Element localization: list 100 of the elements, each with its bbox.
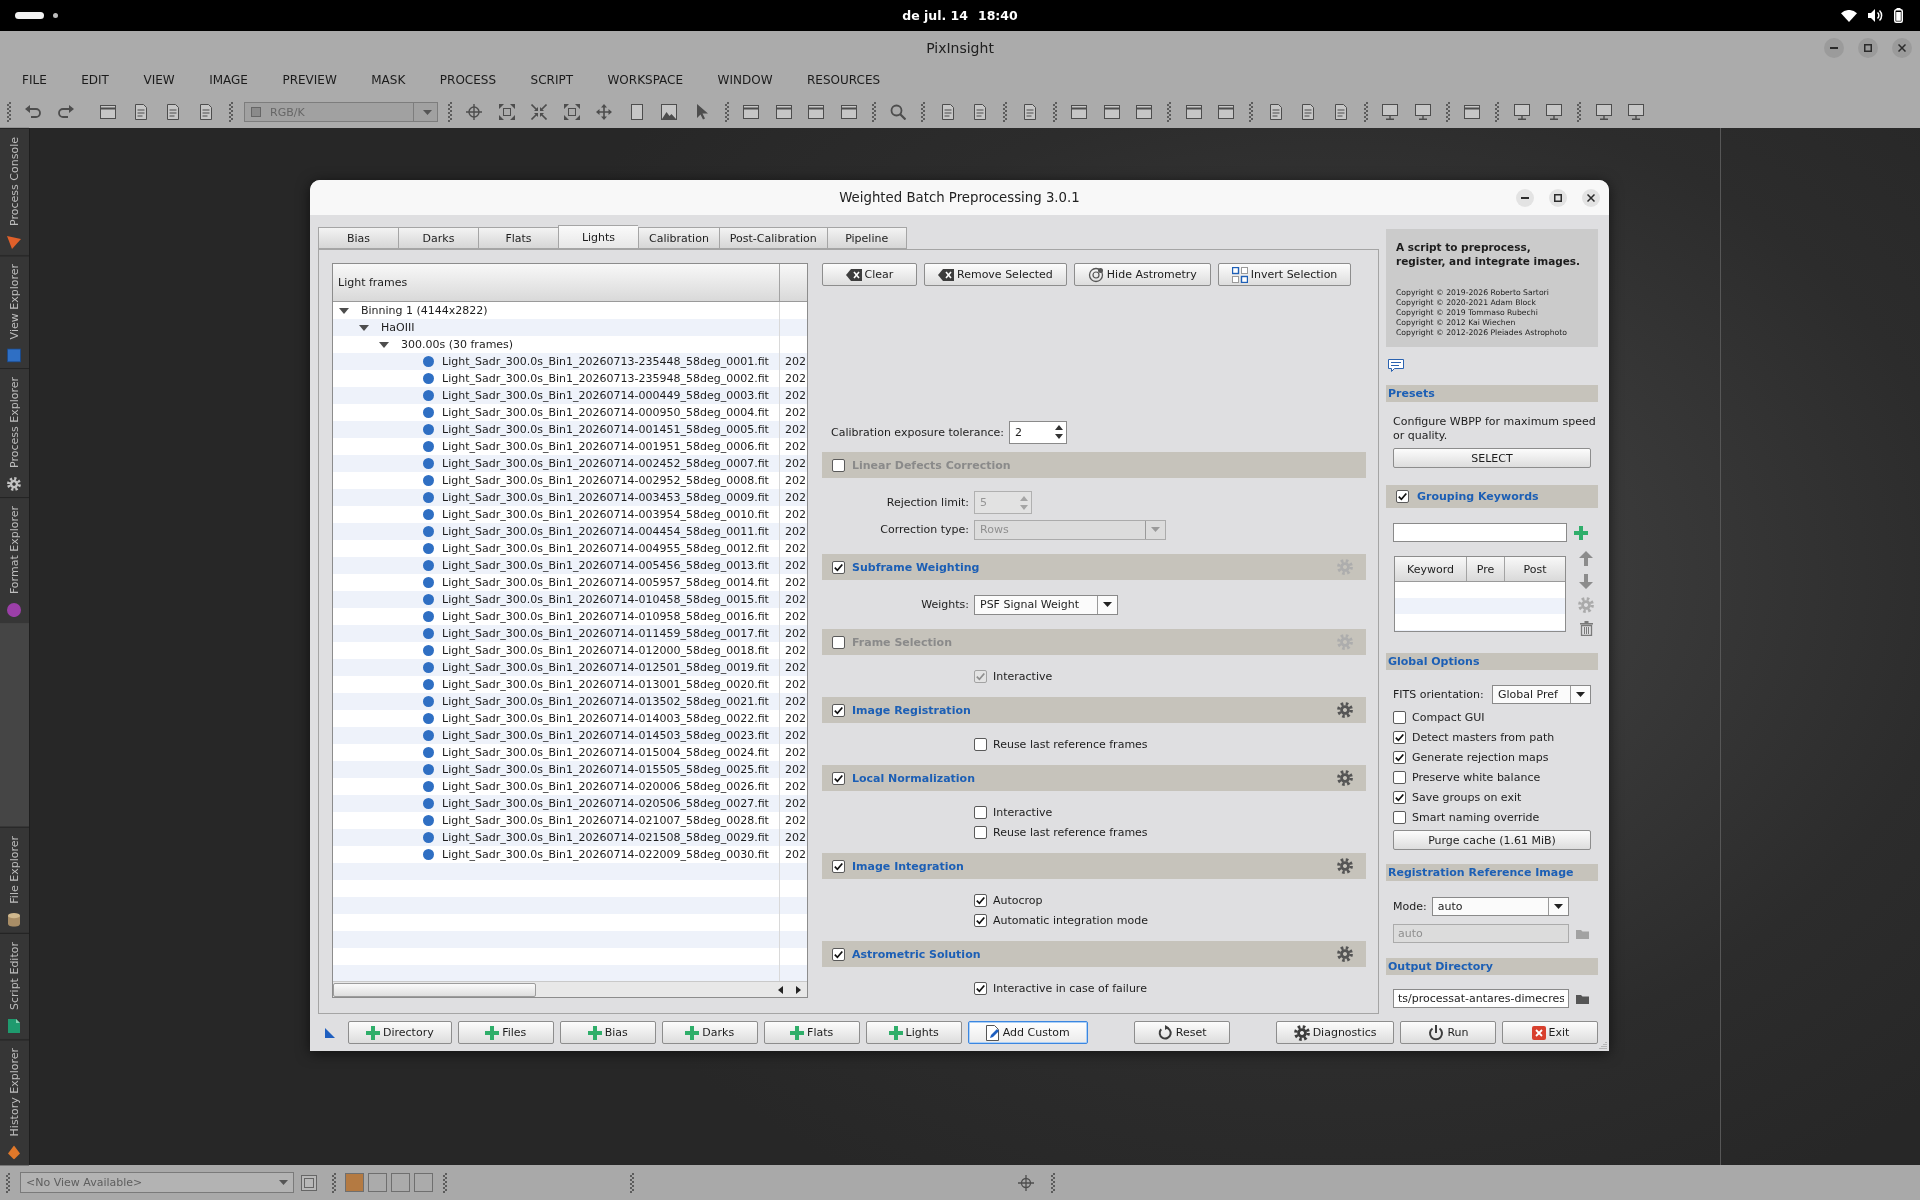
caret-icon[interactable] (379, 341, 389, 348)
monitor-icon[interactable] (1414, 104, 1431, 120)
tree-item[interactable]: 300.00s (30 frames) (401, 338, 514, 351)
checkbox[interactable] (974, 981, 987, 995)
wifi-icon[interactable] (1841, 9, 1857, 22)
grip-icon[interactable] (1363, 102, 1368, 122)
run-button[interactable]: Run (1400, 1021, 1497, 1044)
window-icon[interactable] (301, 1174, 317, 1191)
checkbox[interactable] (832, 947, 845, 961)
tree-item[interactable]: Light_Sadr_300.0s_Bin1_20260714-003453_58deg_0009.fit (442, 491, 769, 504)
checkbox[interactable] (832, 703, 845, 717)
window-icon[interactable] (1071, 104, 1088, 120)
menu-item[interactable]: PREVIEW (282, 73, 337, 87)
tree-item[interactable]: Light_Sadr_300.0s_Bin1_20260714-005456_58deg_0013.fit (442, 559, 769, 572)
document-icon[interactable] (939, 104, 956, 120)
horizontal-scrollbar[interactable] (333, 981, 807, 997)
spin-arrows-icon[interactable] (1055, 425, 1063, 439)
tree-item[interactable]: Light_Sadr_300.0s_Bin1_20260714-000950_58deg_0004.fit (442, 406, 769, 419)
document-icon[interactable] (1021, 104, 1038, 120)
gear-icon[interactable] (1337, 702, 1353, 718)
grip-icon[interactable] (1577, 102, 1581, 122)
add-custom-button[interactable]: Add Custom (967, 1021, 1088, 1044)
monitor-icon[interactable] (1628, 104, 1645, 120)
tab[interactable]: Calibration (638, 227, 719, 249)
tree-item[interactable]: Light_Sadr_300.0s_Bin1_20260714-013001_58deg_0020.fit (442, 678, 769, 691)
exit-button[interactable]: Exit (1502, 1021, 1599, 1044)
panel-tab[interactable]: Format Explorer (0, 497, 29, 624)
tab[interactable]: Pipeline (826, 227, 907, 249)
checkbox[interactable] (832, 771, 845, 785)
checkbox[interactable] (1393, 710, 1406, 724)
tree-item[interactable]: Binning 1 (4144x2822) (361, 304, 488, 317)
tree-item[interactable]: Light_Sadr_300.0s_Bin1_20260714-014003_58deg_0022.fit (442, 712, 769, 725)
text-field[interactable]: ts/processat-antares-dimecres (1393, 989, 1569, 1008)
expand-icon[interactable] (563, 104, 580, 120)
window-icon[interactable] (100, 104, 117, 120)
tree-item[interactable]: Light_Sadr_300.0s_Bin1_20260714-010958_58deg_0016.fit (442, 610, 769, 623)
crosshair-icon[interactable] (1018, 1174, 1034, 1191)
menu-item[interactable]: FILE (22, 73, 47, 87)
tab[interactable]: Bias (318, 227, 398, 249)
grip-icon[interactable] (630, 1172, 634, 1193)
battery-icon[interactable] (1894, 8, 1903, 23)
document-icon[interactable] (165, 104, 182, 120)
checkbox[interactable] (1393, 790, 1406, 804)
caret-icon[interactable] (359, 324, 369, 331)
window-icon[interactable] (1464, 104, 1481, 120)
remove-selected-button[interactable]: Remove Selected (924, 263, 1067, 286)
tree-item[interactable]: Light_Sadr_300.0s_Bin1_20260714-014503_58deg_0023.fit (442, 729, 769, 742)
tree-item[interactable]: Light_Sadr_300.0s_Bin1_20260714-001951_58deg_0006.fit (442, 440, 769, 453)
menu-item[interactable]: MASK (371, 73, 406, 87)
swatch-icon[interactable] (414, 1173, 433, 1192)
window-icon[interactable] (1218, 104, 1235, 120)
tree-item[interactable]: Light_Sadr_300.0s_Bin1_20260714-004454_58deg_0011.fit (442, 525, 769, 538)
dropdown[interactable]: PSF Signal Weight (974, 594, 1118, 615)
up-arrow-icon[interactable] (1579, 551, 1593, 566)
menu-item[interactable]: SCRIPT (530, 73, 573, 87)
add-button[interactable]: Bias (559, 1021, 656, 1044)
checkbox[interactable] (832, 859, 845, 873)
caret-icon[interactable] (339, 307, 349, 314)
tree-item[interactable]: Light_Sadr_300.0s_Bin1_20260714-013502_58deg_0021.fit (442, 695, 769, 708)
tree-item[interactable]: Light_Sadr_300.0s_Bin1_20260714-004955_58deg_0012.fit (442, 542, 769, 555)
monitor-icon[interactable] (1382, 104, 1399, 120)
dropdown[interactable]: auto (1431, 897, 1569, 916)
tree-item[interactable]: HaOIII (381, 321, 415, 334)
tab[interactable]: Lights (558, 225, 638, 249)
checkbox[interactable] (1393, 730, 1406, 744)
grip-icon[interactable] (6, 102, 11, 122)
menu-item[interactable]: EDIT (81, 73, 109, 87)
tree-item[interactable]: Light_Sadr_300.0s_Bin1_20260713-235948_58deg_0002.fit (442, 372, 769, 385)
menu-item[interactable]: PROCESS (439, 73, 497, 87)
grip-icon[interactable] (332, 1172, 336, 1193)
grip-icon[interactable] (724, 102, 729, 122)
gear-icon[interactable] (1337, 770, 1353, 786)
grip-icon[interactable] (6, 1172, 10, 1193)
tree-item[interactable]: Light_Sadr_300.0s_Bin1_20260714-012000_58deg_0018.fit (442, 644, 769, 657)
folder-icon[interactable] (1576, 993, 1589, 1004)
triangle-icon[interactable] (325, 1027, 335, 1038)
select-button[interactable]: SELECT (1393, 448, 1591, 468)
menu-item[interactable]: IMAGE (209, 73, 248, 87)
invert-selection-button[interactable]: Invert Selection (1217, 263, 1352, 286)
menu-item[interactable]: WORKSPACE (607, 73, 684, 87)
tab[interactable]: Flats (478, 227, 558, 249)
image-icon[interactable] (661, 104, 678, 120)
window-icon[interactable] (775, 104, 792, 120)
checkbox[interactable] (1393, 810, 1406, 824)
grip-icon[interactable] (447, 102, 452, 122)
expand-icon[interactable] (498, 104, 515, 120)
down-arrow-icon[interactable] (1579, 574, 1593, 589)
grip-icon[interactable] (921, 102, 925, 122)
tree-item[interactable]: Light_Sadr_300.0s_Bin1_20260713-235448_58deg_0001.fit (442, 355, 769, 368)
reset-button[interactable]: Reset (1133, 1021, 1230, 1044)
add-button[interactable]: Files (457, 1021, 554, 1044)
checkbox[interactable] (974, 737, 987, 751)
swatch-icon[interactable] (345, 1173, 364, 1192)
diagnostics-button[interactable]: Diagnostics (1275, 1021, 1395, 1044)
tree-item[interactable]: Light_Sadr_300.0s_Bin1_20260714-015004_58deg_0024.fit (442, 746, 769, 759)
gear-icon[interactable] (1337, 946, 1353, 962)
grip-icon[interactable] (1445, 102, 1450, 122)
tree-item[interactable]: Light_Sadr_300.0s_Bin1_20260714-021007_58deg_0028.fit (442, 814, 769, 827)
tab[interactable]: Post-Calibration (718, 227, 827, 249)
checkbox[interactable] (974, 805, 987, 819)
